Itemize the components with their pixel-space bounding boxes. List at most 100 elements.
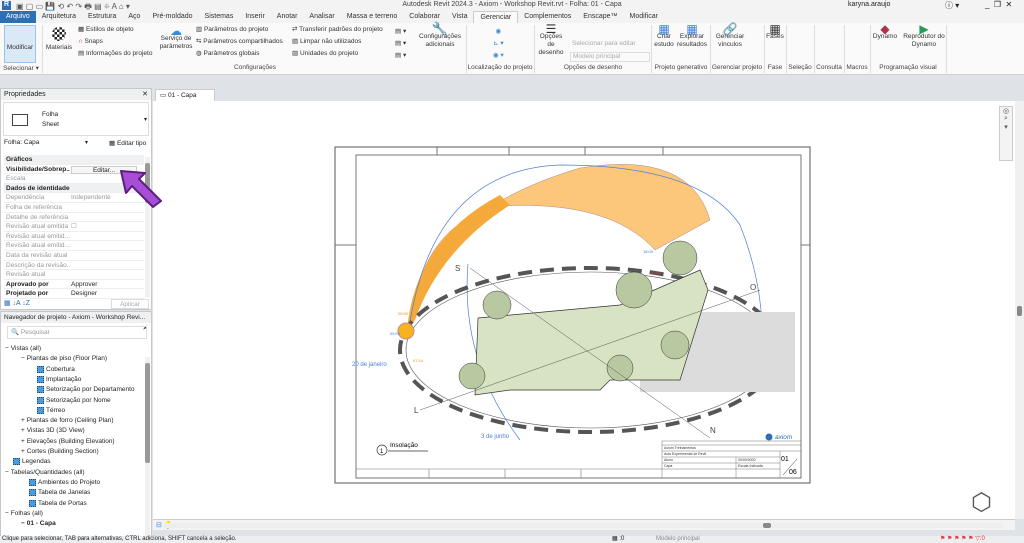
expand-icon[interactable]: +: [21, 448, 25, 455]
browser-item[interactable]: − Vistas (all): [5, 345, 41, 352]
purge-unused-button[interactable]: ▧ Limpar não utilizados: [292, 38, 361, 46]
instance-filter[interactable]: Folha: Capa: [4, 139, 39, 146]
panel-select[interactable]: Selecionar ▾: [0, 64, 42, 72]
additional-settings-button[interactable]: 🔧 Configurações adicionais: [418, 22, 462, 49]
property-row[interactable]: Projetado por Designer: [4, 289, 144, 299]
browser-item[interactable]: Térreo: [37, 406, 65, 414]
tab-estrutura[interactable]: Estrutura: [82, 11, 122, 23]
tab-pr-moldado[interactable]: Pré-moldado: [146, 11, 198, 23]
tab-analisar[interactable]: Analisar: [303, 11, 340, 23]
collapse-icon[interactable]: −: [21, 520, 25, 527]
materials-button[interactable]: Materiais: [44, 27, 74, 52]
tab-vista[interactable]: Vista: [446, 11, 473, 23]
phases-button[interactable]: ▦ Fases: [764, 23, 786, 41]
drawing-canvas[interactable]: S O L N 20 de janeiro 3 de junho 18:00 0…: [126, 101, 1015, 519]
snaps-button[interactable]: ∩ Snaps: [78, 38, 103, 46]
design-option-select[interactable]: Modelo principal: [570, 52, 650, 62]
horizontal-scrollbar[interactable]: [163, 523, 1003, 528]
tab-sistemas[interactable]: Sistemas: [199, 11, 240, 23]
edit-type-button[interactable]: ▦ Editar tipo: [109, 139, 146, 147]
tab-arquivo[interactable]: Arquivo: [0, 11, 36, 23]
tab-enscape-[interactable]: Enscape™: [577, 11, 623, 23]
workset-icon[interactable]: ▦ :0: [612, 536, 624, 543]
dynamo-button[interactable]: ◆ Dynamo: [870, 23, 900, 41]
selection-filters[interactable]: ⚑ ⚑ ⚑ ⚑ ⚑ ▽:0: [940, 536, 985, 543]
view-tab-01-capa[interactable]: ▭ 01 - Capa: [155, 89, 215, 101]
settings-dropdowns[interactable]: ▤ ▾ ▤ ▾ ▤ ▾: [395, 26, 406, 62]
property-name: Projetado por: [6, 290, 49, 298]
parameter-service-button[interactable]: ☁ Serviço de parâmetros: [158, 25, 194, 51]
tab-anotar[interactable]: Anotar: [271, 11, 304, 23]
property-row[interactable]: Revisão atual emitid...: [4, 241, 144, 251]
browser-item[interactable]: + Vistas 3D (3D View): [21, 427, 85, 434]
project-parameters-button[interactable]: ▥ Parâmetros do projeto: [196, 26, 268, 34]
browser-item[interactable]: − Tabelas/Quantidades (all): [5, 469, 85, 476]
browser-item[interactable]: − Folhas (all): [5, 510, 43, 517]
modify-button[interactable]: Modificar: [4, 25, 36, 63]
property-row[interactable]: Data da revisão atual: [4, 251, 144, 261]
browser-item[interactable]: Tabela de Portas: [29, 499, 87, 507]
collapse-icon[interactable]: −: [5, 345, 9, 352]
tab-gerenciar[interactable]: Gerenciar: [473, 11, 519, 23]
sort-buttons[interactable]: ▦ ↓A ↓Z: [4, 299, 30, 307]
location-buttons[interactable]: ◉ ⊾ ▾ ◉ ▾: [493, 26, 504, 62]
shared-parameters-button[interactable]: ⇆ Parâmetros compartilhados: [196, 38, 283, 46]
browser-item[interactable]: + Elevações (Building Elevation): [21, 438, 115, 445]
pick-to-edit-button[interactable]: Selecionar para editar: [572, 40, 636, 48]
dynamo-player-button[interactable]: ▶ Reprodutor do Dynamo: [902, 23, 946, 49]
tab-inserir[interactable]: Inserir: [239, 11, 270, 23]
collapse-icon[interactable]: −: [5, 510, 9, 517]
browser-item[interactable]: Legendas: [13, 458, 51, 466]
browser-scrollbar[interactable]: [145, 357, 150, 537]
tab-massa-e-terreno[interactable]: Massa e terreno: [341, 11, 404, 23]
expand-icon[interactable]: +: [21, 417, 25, 424]
project-info-button[interactable]: ▤ Informações do projeto: [78, 50, 152, 58]
close-icon[interactable]: ✕: [142, 89, 151, 100]
label: Parâmetros compartilhados: [203, 38, 283, 45]
navigation-bar[interactable]: ◎ ⌕ ▾: [999, 106, 1013, 161]
browser-item[interactable]: + Cortes (Building Section): [21, 448, 99, 455]
design-option-status[interactable]: Modelo principal: [656, 536, 700, 543]
apply-button[interactable]: Aplicar: [111, 299, 149, 309]
browser-item[interactable]: Cobertura: [37, 365, 75, 373]
browser-item[interactable]: − Plantas de piso (Floor Plan): [21, 355, 107, 362]
label-time-4: 06:00: [398, 311, 409, 316]
expand-icon[interactable]: +: [21, 427, 25, 434]
browser-item[interactable]: Implantação: [37, 375, 81, 383]
browser-item[interactable]: Ambientes do Projeto: [29, 478, 100, 486]
browser-item[interactable]: −01 - Capa: [21, 520, 56, 527]
browser-item[interactable]: Setorização por Nome: [37, 396, 111, 404]
design-options-button[interactable]: ☰ Opções de desenho: [536, 23, 566, 57]
property-row[interactable]: Detalhe de referência: [4, 213, 144, 223]
chevron-down-icon: ▾: [144, 117, 148, 123]
manage-links-button[interactable]: 🔗 Gerenciar vínculos: [712, 23, 748, 49]
property-row[interactable]: Aprovado por Approver: [4, 280, 144, 290]
expand-icon[interactable]: +: [21, 438, 25, 445]
object-styles-button[interactable]: ▦ Estilos de objeto: [78, 26, 134, 34]
property-row[interactable]: Revisão atual: [4, 270, 144, 280]
type-selector[interactable]: Folha Sheet ▾: [3, 102, 149, 136]
browser-item[interactable]: Tabela de Janelas: [29, 489, 90, 497]
vertical-scrollbar[interactable]: [1015, 101, 1024, 519]
property-row[interactable]: Revisão atual emitida ☐: [4, 222, 144, 232]
window-controls[interactable]: _ ❐ ✕: [985, 0, 1012, 9]
collapse-icon[interactable]: −: [5, 469, 9, 476]
create-study-button[interactable]: ▦ Criar estudo: [653, 23, 675, 49]
property-row[interactable]: Revisão atual emitid...: [4, 232, 144, 242]
transfer-standards-button[interactable]: ⇄ Transferir padrões do projeto: [292, 26, 383, 34]
viewcube-icon[interactable]: ⬡: [971, 489, 997, 517]
global-parameters-button[interactable]: ◍ Parâmetros globais: [196, 50, 259, 58]
sheet-icon: ▭: [160, 92, 168, 99]
property-row[interactable]: Descrição da revisão...: [4, 261, 144, 271]
browser-search-input[interactable]: 🔍 Pesquisar: [7, 326, 147, 339]
chevron-down-icon[interactable]: ▾: [85, 139, 88, 146]
project-units-button[interactable]: ▨ Unidades do projeto: [292, 50, 358, 58]
tab-arquitetura[interactable]: Arquitetura: [36, 11, 82, 23]
collapse-icon[interactable]: −: [21, 355, 25, 362]
help-icon[interactable]: ⓘ ▾: [945, 0, 959, 11]
tab-a-o[interactable]: Aço: [122, 11, 146, 23]
user-name[interactable]: karyna.araujo: [848, 1, 890, 8]
explore-results-button[interactable]: ▦ Explorar resultados: [677, 23, 707, 49]
browser-item[interactable]: Setorização por Departamento: [37, 386, 135, 394]
browser-item[interactable]: + Plantas de forro (Ceiling Plan): [21, 417, 114, 424]
